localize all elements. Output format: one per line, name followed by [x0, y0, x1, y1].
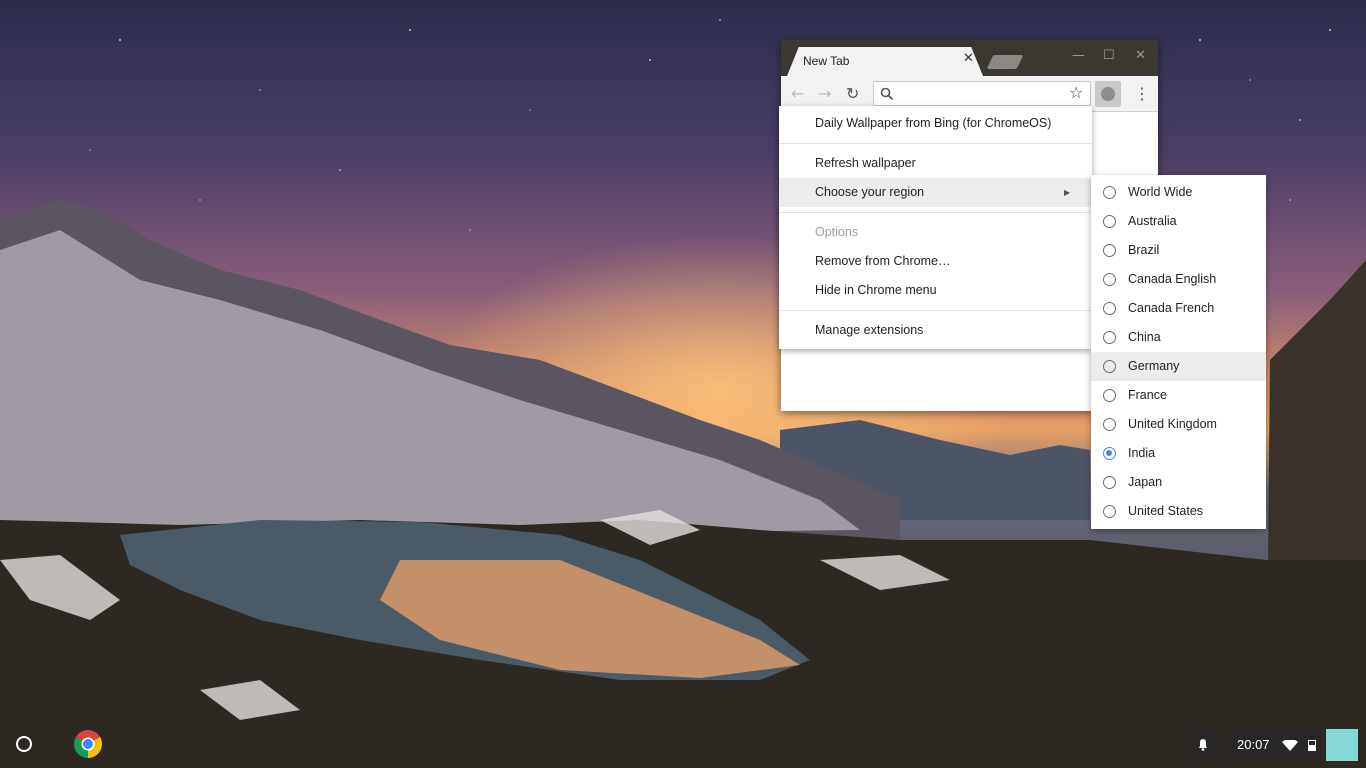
bookmark-star-icon[interactable]: ☆ [1069, 83, 1083, 102]
region-option-label: China [1128, 330, 1161, 344]
region-option[interactable]: France [1091, 381, 1266, 410]
radio-icon [1103, 360, 1116, 373]
region-option[interactable]: Canada English [1091, 265, 1266, 294]
menu-item-remove-from-chrome[interactable]: Remove from Chrome… [779, 247, 1092, 276]
launcher-button[interactable] [16, 736, 32, 752]
extension-context-menu: Daily Wallpaper from Bing (for ChromeOS)… [779, 106, 1092, 349]
region-option[interactable]: Brazil [1091, 236, 1266, 265]
region-option[interactable]: Japan [1091, 468, 1266, 497]
region-option[interactable]: Canada French [1091, 294, 1266, 323]
close-window-icon[interactable]: ✕ [1135, 48, 1146, 63]
radio-icon [1103, 331, 1116, 344]
region-option-label: Canada French [1128, 301, 1215, 315]
region-option[interactable]: India [1091, 439, 1266, 468]
region-option-label: United States [1128, 504, 1204, 518]
menu-divider [779, 143, 1092, 144]
menu-item-manage-extensions[interactable]: Manage extensions [779, 316, 1092, 345]
extension-button[interactable] [1095, 81, 1121, 107]
region-option-label: Japan [1128, 475, 1163, 489]
menu-divider [779, 310, 1092, 311]
bell-icon [1199, 739, 1207, 751]
menu-divider [779, 212, 1092, 213]
region-option-label: India [1128, 446, 1156, 460]
radio-icon [1103, 302, 1116, 315]
tab-title: New Tab [803, 54, 850, 68]
region-option-label: Germany [1128, 359, 1180, 373]
omnibox-input[interactable]: ☆ [873, 81, 1091, 106]
choose-region-label: Choose your region [815, 185, 925, 199]
radio-icon [1103, 476, 1116, 489]
forward-icon[interactable]: → [818, 84, 831, 103]
region-option[interactable]: World Wide [1091, 178, 1266, 207]
maximize-icon[interactable]: ☐ [1103, 48, 1115, 63]
battery-icon [1308, 740, 1316, 751]
region-option-label: France [1128, 388, 1167, 402]
chrome-menu-icon[interactable]: ⋮ [1134, 84, 1150, 103]
chrome-icon[interactable] [73, 729, 103, 759]
region-option[interactable]: Australia [1091, 207, 1266, 236]
region-option-label: Brazil [1128, 243, 1160, 257]
clock: 20:07 [1237, 737, 1270, 752]
menu-item-refresh-wallpaper[interactable]: Refresh wallpaper [779, 149, 1092, 178]
region-option-label: Australia [1128, 214, 1177, 228]
radio-icon [1103, 244, 1116, 257]
radio-icon [1103, 273, 1116, 286]
radio-icon [1103, 186, 1116, 199]
submenu-arrow-icon: ▶ [1064, 188, 1071, 197]
back-icon[interactable]: ← [791, 84, 804, 103]
region-option-label: Canada English [1128, 272, 1217, 286]
radio-icon [1103, 418, 1116, 431]
tab-close-icon[interactable]: ✕ [963, 51, 974, 66]
region-submenu: World Wide Australia Brazil Canada English C… [1091, 175, 1266, 529]
menu-item-hide-in-chrome-menu[interactable]: Hide in Chrome menu [779, 276, 1092, 305]
radio-icon [1103, 505, 1116, 518]
search-icon [880, 87, 894, 101]
wifi-icon [1282, 740, 1298, 751]
menu-item-choose-region[interactable]: Choose your region ▶ [779, 178, 1092, 207]
menu-item-options: Options [815, 225, 859, 239]
extension-icon [1101, 87, 1115, 101]
minimize-icon[interactable]: — [1072, 48, 1085, 63]
region-option[interactable]: United States [1091, 497, 1266, 526]
region-option[interactable]: United Kingdom [1091, 410, 1266, 439]
menu-item-extension-name[interactable]: Daily Wallpaper from Bing (for ChromeOS) [779, 109, 1092, 138]
status-tray[interactable]: 20:07 [1228, 730, 1322, 760]
notification-button[interactable] [1188, 730, 1218, 760]
radio-icon [1103, 389, 1116, 402]
region-option[interactable]: China [1091, 323, 1266, 352]
radio-icon [1103, 447, 1116, 460]
title-bar: New Tab ✕ — ☐ ✕ [781, 40, 1158, 76]
radio-icon [1103, 215, 1116, 228]
avatar[interactable] [1326, 729, 1358, 761]
region-option-label: United Kingdom [1128, 417, 1217, 431]
region-option-label: World Wide [1128, 185, 1193, 199]
new-tab-button[interactable] [986, 55, 1024, 69]
region-option[interactable]: Germany [1091, 352, 1266, 381]
reload-icon[interactable]: ↻ [846, 84, 859, 103]
